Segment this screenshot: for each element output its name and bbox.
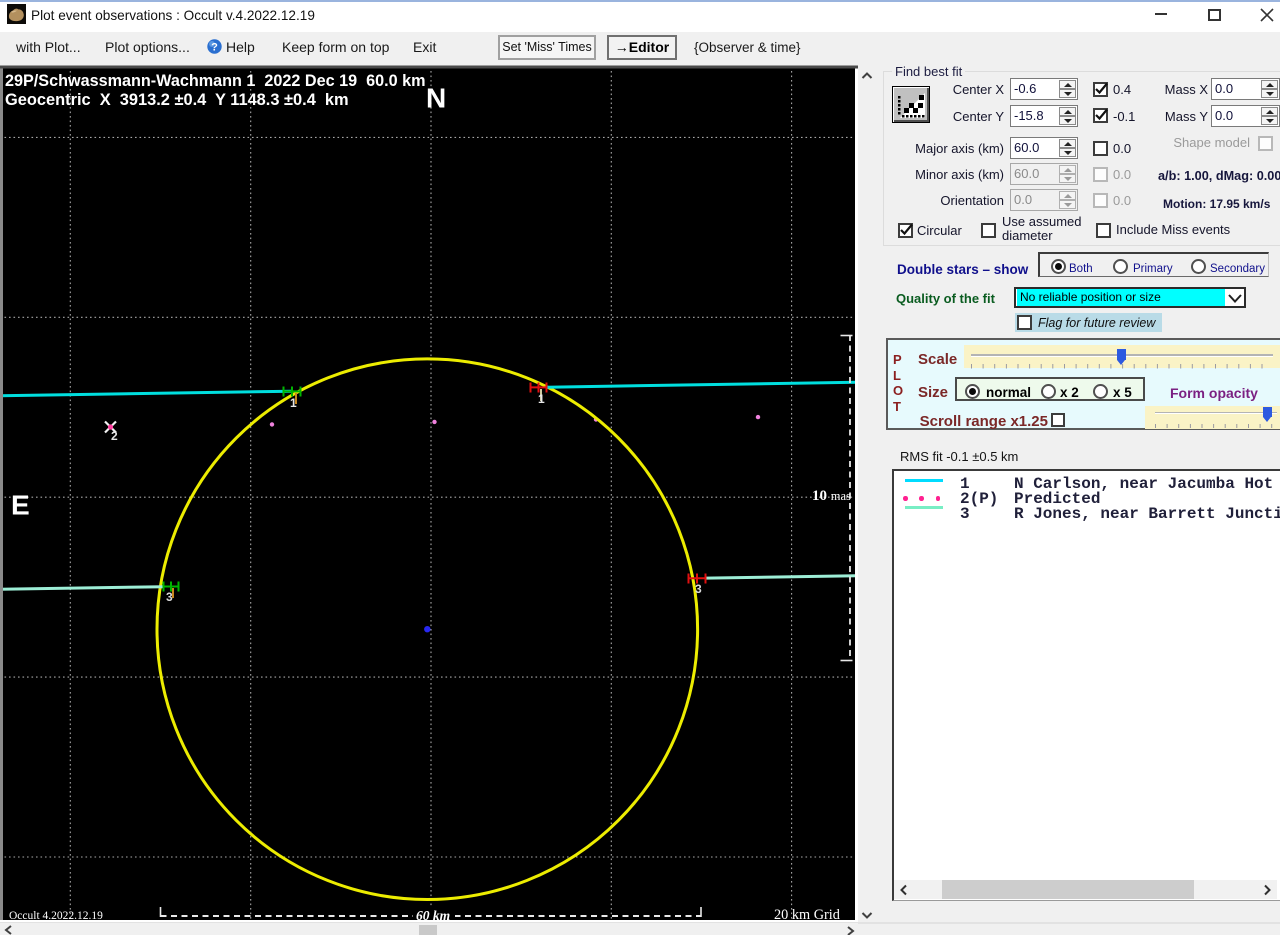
svg-text:1: 1 — [290, 396, 297, 410]
svg-text:E: E — [11, 490, 30, 521]
svg-text:20 km Grid: 20 km Grid — [774, 907, 840, 922]
svg-text:29P/Schwassmann-Wachmann 1 20: 29P/Schwassmann-Wachmann 1 2022 Dec 19 6… — [5, 72, 426, 90]
svg-text:10 mas: 10 mas — [812, 488, 851, 504]
svg-text:3: 3 — [695, 582, 702, 596]
svg-text:?: ? — [211, 42, 218, 54]
svg-text:60 km: 60 km — [416, 908, 450, 922]
svg-text:N: N — [426, 83, 446, 114]
svg-text:2: 2 — [111, 429, 118, 443]
svg-text:1: 1 — [538, 392, 545, 406]
svg-text:Geocentric X 3913.2 ±0.4 Y: Geocentric X 3913.2 ±0.4 Y 1148.3 ±0.4 k… — [5, 91, 349, 109]
svg-text:3: 3 — [166, 590, 173, 604]
